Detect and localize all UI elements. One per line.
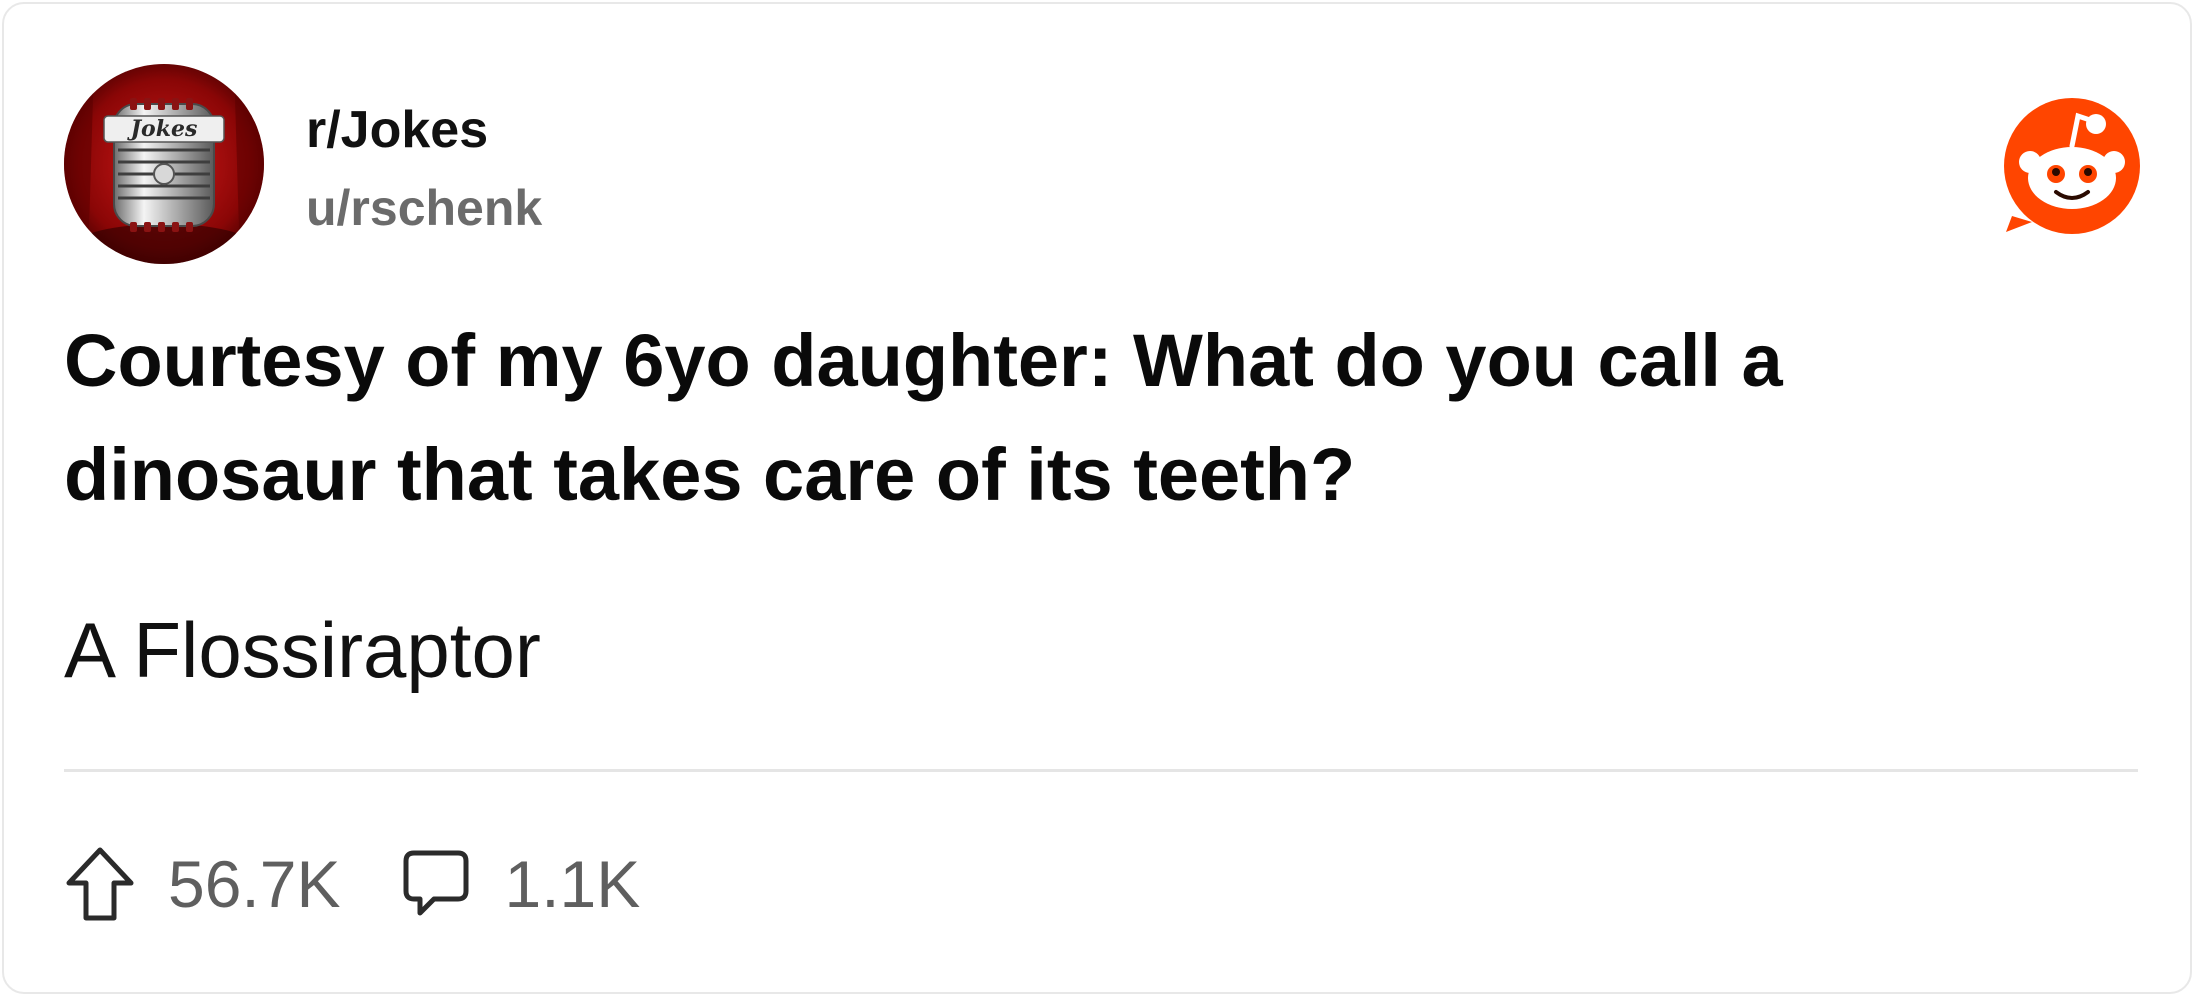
post-footer: 56.7K 1.1K: [64, 842, 640, 926]
post-card[interactable]: Jokes r/Jokes u/rschenk Courtesy of my 6…: [2, 2, 2192, 994]
subreddit-avatar[interactable]: Jokes: [64, 64, 264, 264]
comment-count: 1.1K: [504, 847, 641, 921]
post-title[interactable]: Courtesy of my 6yo daughter: What do you…: [64, 304, 2044, 532]
avatar-text: Jokes: [127, 116, 198, 142]
divider: [64, 769, 2138, 772]
post-body: A Flossiraptor: [64, 606, 541, 694]
reddit-logo-icon[interactable]: [2002, 98, 2144, 236]
comment-bubble-icon: [400, 845, 472, 923]
upvote-arrow-icon: [64, 845, 136, 923]
subreddit-name[interactable]: r/Jokes: [306, 100, 488, 160]
comments-button[interactable]: 1.1K: [400, 844, 640, 924]
upvote-count: 56.7K: [168, 847, 341, 921]
upvote-button[interactable]: 56.7K: [64, 844, 340, 924]
author-username[interactable]: u/rschenk: [306, 178, 542, 238]
microphone-icon: Jokes: [64, 64, 264, 264]
